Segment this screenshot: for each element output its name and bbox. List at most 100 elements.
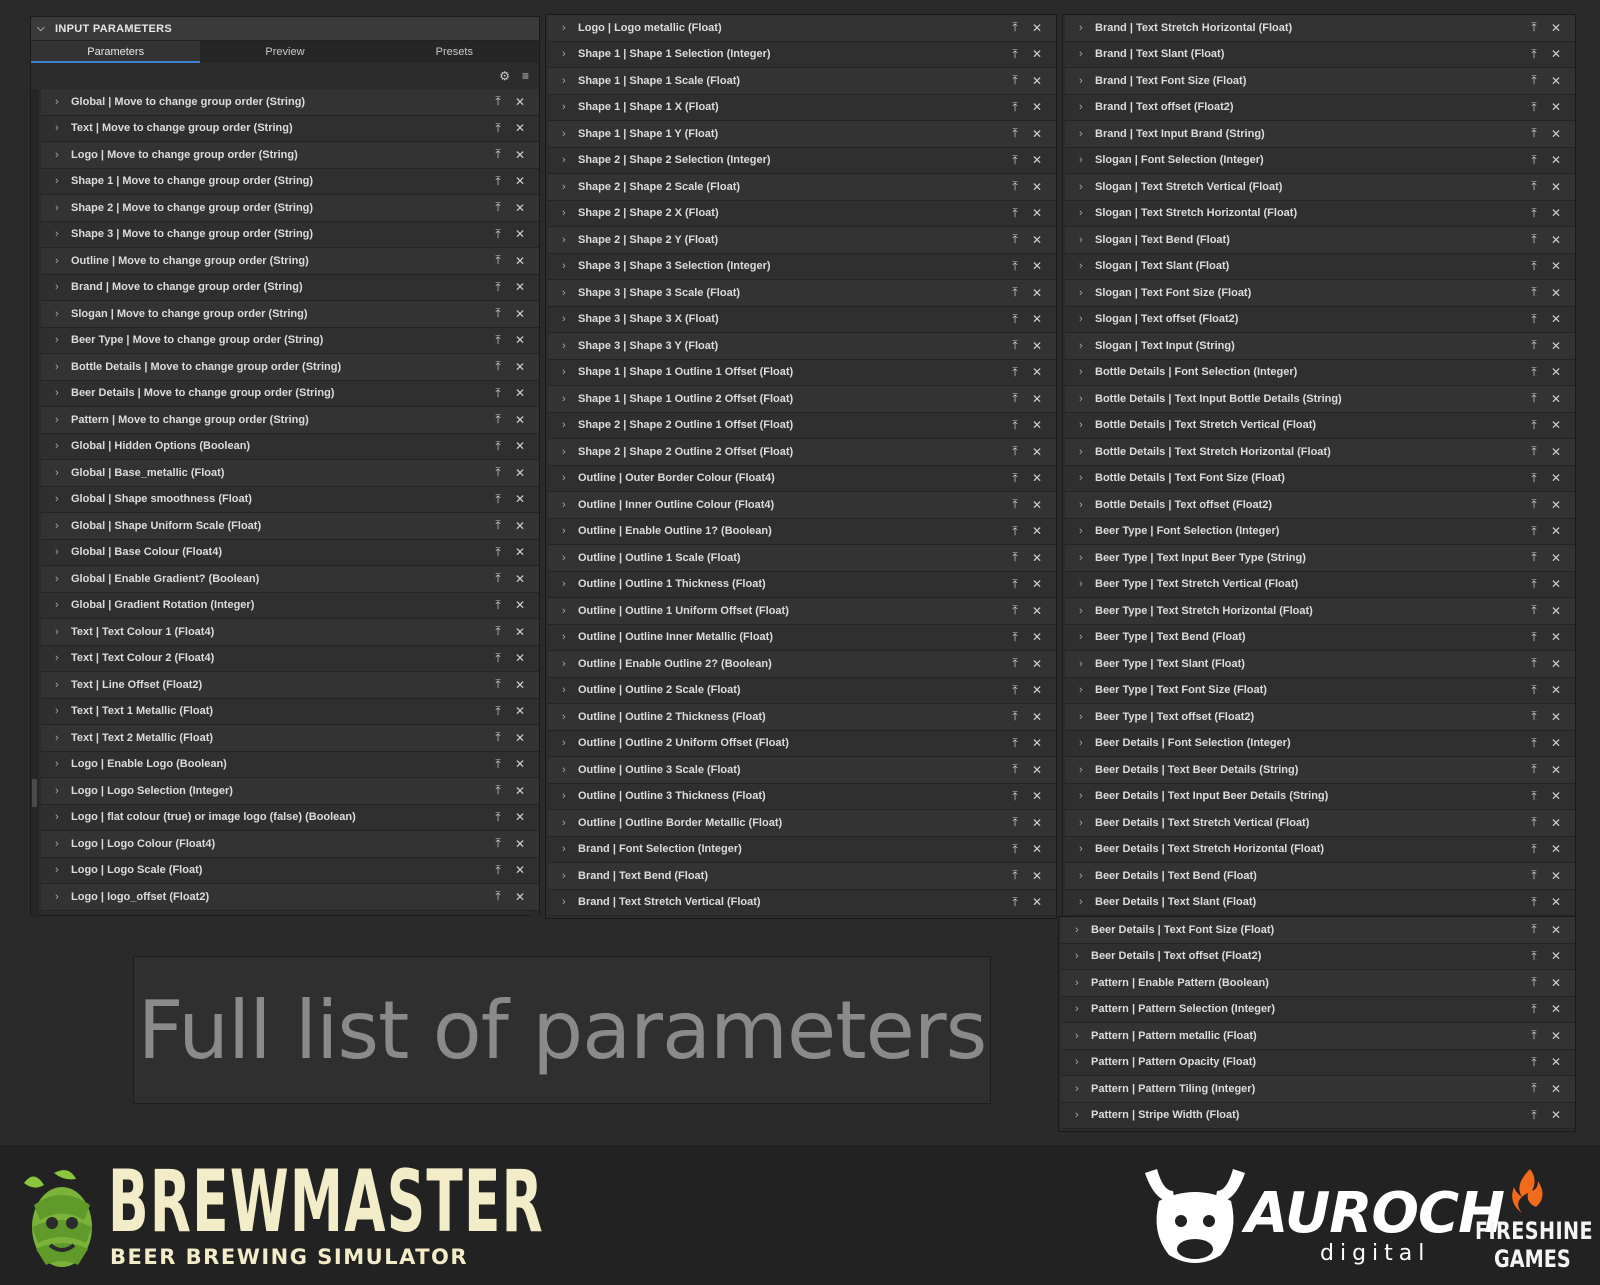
parameter-row[interactable]: › Slogan | Text Input (String) ⤒ ✕ — [1065, 333, 1575, 360]
parameter-row[interactable]: › Outline | Outline 2 Scale (Float) ⤒ ✕ — [548, 677, 1056, 704]
upload-icon[interactable]: ⤒ — [1523, 471, 1545, 486]
parameter-row[interactable]: › Pattern | Stripe Width (Float) ⤒ ✕ — [1061, 1102, 1575, 1129]
upload-icon[interactable]: ⤒ — [1004, 683, 1026, 698]
upload-icon[interactable]: ⤒ — [1523, 391, 1545, 406]
close-icon[interactable]: ✕ — [1545, 1029, 1567, 1043]
parameter-row[interactable]: › Brand | Text Slant (Float) ⤒ ✕ — [1065, 41, 1575, 68]
chevron-right-icon[interactable]: › — [548, 843, 578, 855]
upload-icon[interactable]: ⤒ — [1523, 1028, 1545, 1043]
close-icon[interactable]: ✕ — [1026, 445, 1048, 459]
upload-icon[interactable]: ⤒ — [1523, 762, 1545, 777]
chevron-right-icon[interactable]: › — [1065, 525, 1095, 537]
chevron-right-icon[interactable]: › — [1065, 366, 1095, 378]
parameter-row[interactable]: › Text | Text Colour 2 (Float4) ⤒ ✕ — [41, 645, 539, 672]
upload-icon[interactable]: ⤒ — [1004, 471, 1026, 486]
parameter-row[interactable]: › Logo | Logo Scale (Float) ⤒ ✕ — [41, 857, 539, 884]
close-icon[interactable]: ✕ — [509, 810, 531, 824]
parameter-row[interactable]: › Slogan | Text Bend (Float) ⤒ ✕ — [1065, 227, 1575, 254]
close-icon[interactable]: ✕ — [509, 439, 531, 453]
upload-icon[interactable]: ⤒ — [1523, 365, 1545, 380]
upload-icon[interactable]: ⤒ — [1004, 259, 1026, 274]
close-icon[interactable]: ✕ — [1026, 551, 1048, 565]
upload-icon[interactable]: ⤒ — [1004, 550, 1026, 565]
close-icon[interactable]: ✕ — [509, 519, 531, 533]
chevron-right-icon[interactable]: › — [41, 838, 71, 850]
chevron-right-icon[interactable]: › — [41, 361, 71, 373]
chevron-right-icon[interactable]: › — [548, 393, 578, 405]
close-icon[interactable]: ✕ — [1545, 445, 1567, 459]
parameter-row[interactable]: › Pattern | Pattern Tiling (Integer) ⤒ ✕ — [1061, 1076, 1575, 1103]
upload-icon[interactable]: ⤒ — [487, 889, 509, 904]
upload-icon[interactable]: ⤒ — [1004, 338, 1026, 353]
chevron-right-icon[interactable]: › — [548, 101, 578, 113]
parameter-row[interactable]: › Beer Type | Move to change group order … — [41, 327, 539, 354]
parameter-row[interactable]: › Shape 1 | Shape 1 Y (Float) ⤒ ✕ — [548, 121, 1056, 148]
parameter-row[interactable]: › Brand | Text Stretch Vertical (Float) ⤒ ✕ — [548, 889, 1056, 916]
tab-parameters[interactable]: Parameters — [31, 41, 201, 63]
parameter-row[interactable]: › Global | Shape smoothness (Float) ⤒ ✕ — [41, 486, 539, 513]
upload-icon[interactable]: ⤒ — [1004, 100, 1026, 115]
chevron-right-icon[interactable]: › — [1065, 578, 1095, 590]
parameter-row[interactable]: › Beer Details | Font Selection (Integer)… — [1065, 730, 1575, 757]
parameter-row[interactable]: › Beer Type | Text offset (Float2) ⤒ ✕ — [1065, 704, 1575, 731]
parameter-row[interactable]: › Slogan | Text offset (Float2) ⤒ ✕ — [1065, 306, 1575, 333]
upload-icon[interactable]: ⤒ — [487, 863, 509, 878]
close-icon[interactable]: ✕ — [509, 572, 531, 586]
chevron-right-icon[interactable]: › — [41, 520, 71, 532]
chevron-right-icon[interactable]: › — [1065, 128, 1095, 140]
close-icon[interactable]: ✕ — [509, 174, 531, 188]
chevron-down-icon[interactable]: ⌵ — [37, 23, 51, 34]
chevron-right-icon[interactable]: › — [41, 652, 71, 664]
parameter-row[interactable]: › Outline | Outline 3 Thickness (Float) ⤒ ✕ — [548, 783, 1056, 810]
close-icon[interactable]: ✕ — [1026, 710, 1048, 724]
chevron-right-icon[interactable]: › — [1065, 75, 1095, 87]
close-icon[interactable]: ✕ — [1026, 789, 1048, 803]
parameter-row[interactable]: › Beer Details | Text Font Size (Float) ⤒ ✕ — [1061, 917, 1575, 944]
close-icon[interactable]: ✕ — [1026, 604, 1048, 618]
chevron-right-icon[interactable]: › — [548, 128, 578, 140]
close-icon[interactable]: ✕ — [509, 545, 531, 559]
close-icon[interactable]: ✕ — [509, 837, 531, 851]
close-icon[interactable]: ✕ — [509, 333, 531, 347]
close-icon[interactable]: ✕ — [1545, 259, 1567, 273]
upload-icon[interactable]: ⤒ — [487, 651, 509, 666]
parameter-row[interactable]: › Beer Details | Move to change group ord… — [41, 380, 539, 407]
upload-icon[interactable]: ⤒ — [1523, 630, 1545, 645]
parameter-row[interactable]: › Shape 2 | Shape 2 Y (Float) ⤒ ✕ — [548, 227, 1056, 254]
close-icon[interactable]: ✕ — [1545, 21, 1567, 35]
chevron-right-icon[interactable]: › — [1065, 870, 1095, 882]
upload-icon[interactable]: ⤒ — [1523, 153, 1545, 168]
parameter-row[interactable]: › Slogan | Move to change group order (St… — [41, 301, 539, 328]
chevron-right-icon[interactable]: › — [1061, 1030, 1091, 1042]
upload-icon[interactable]: ⤒ — [487, 94, 509, 109]
close-icon[interactable]: ✕ — [1026, 524, 1048, 538]
upload-icon[interactable]: ⤒ — [1523, 683, 1545, 698]
upload-icon[interactable]: ⤒ — [487, 121, 509, 136]
chevron-right-icon[interactable]: › — [1061, 924, 1091, 936]
chevron-right-icon[interactable]: › — [548, 499, 578, 511]
parameter-row[interactable]: › Beer Type | Font Selection (Integer) ⤒ ✕ — [1065, 518, 1575, 545]
close-icon[interactable]: ✕ — [1026, 842, 1048, 856]
parameter-row[interactable]: › Global | Shape Uniform Scale (Float) ⤒ ✕ — [41, 513, 539, 540]
close-icon[interactable]: ✕ — [1545, 524, 1567, 538]
chevron-right-icon[interactable]: › — [41, 626, 71, 638]
chevron-right-icon[interactable]: › — [548, 896, 578, 908]
upload-icon[interactable]: ⤒ — [1004, 206, 1026, 221]
tab-presets[interactable]: Presets — [370, 41, 539, 63]
close-icon[interactable]: ✕ — [1545, 418, 1567, 432]
parameter-row[interactable]: › Slogan | Text Stretch Horizontal (Float… — [1065, 200, 1575, 227]
close-icon[interactable]: ✕ — [1545, 127, 1567, 141]
upload-icon[interactable]: ⤒ — [1004, 842, 1026, 857]
upload-icon[interactable]: ⤒ — [1004, 285, 1026, 300]
parameter-row[interactable]: › Shape 1 | Shape 1 X (Float) ⤒ ✕ — [548, 94, 1056, 121]
upload-icon[interactable]: ⤒ — [487, 836, 509, 851]
upload-icon[interactable]: ⤒ — [487, 757, 509, 772]
close-icon[interactable]: ✕ — [509, 678, 531, 692]
chevron-right-icon[interactable]: › — [548, 552, 578, 564]
parameter-row[interactable]: › Brand | Text Stretch Horizontal (Float)… — [1065, 15, 1575, 42]
parameter-row[interactable]: › Logo | flat colour (true) or image logo… — [41, 804, 539, 831]
close-icon[interactable]: ✕ — [1545, 100, 1567, 114]
parameter-row[interactable]: › Global | Base Colour (Float4) ⤒ ✕ — [41, 539, 539, 566]
close-icon[interactable]: ✕ — [509, 731, 531, 745]
upload-icon[interactable]: ⤒ — [1004, 524, 1026, 539]
